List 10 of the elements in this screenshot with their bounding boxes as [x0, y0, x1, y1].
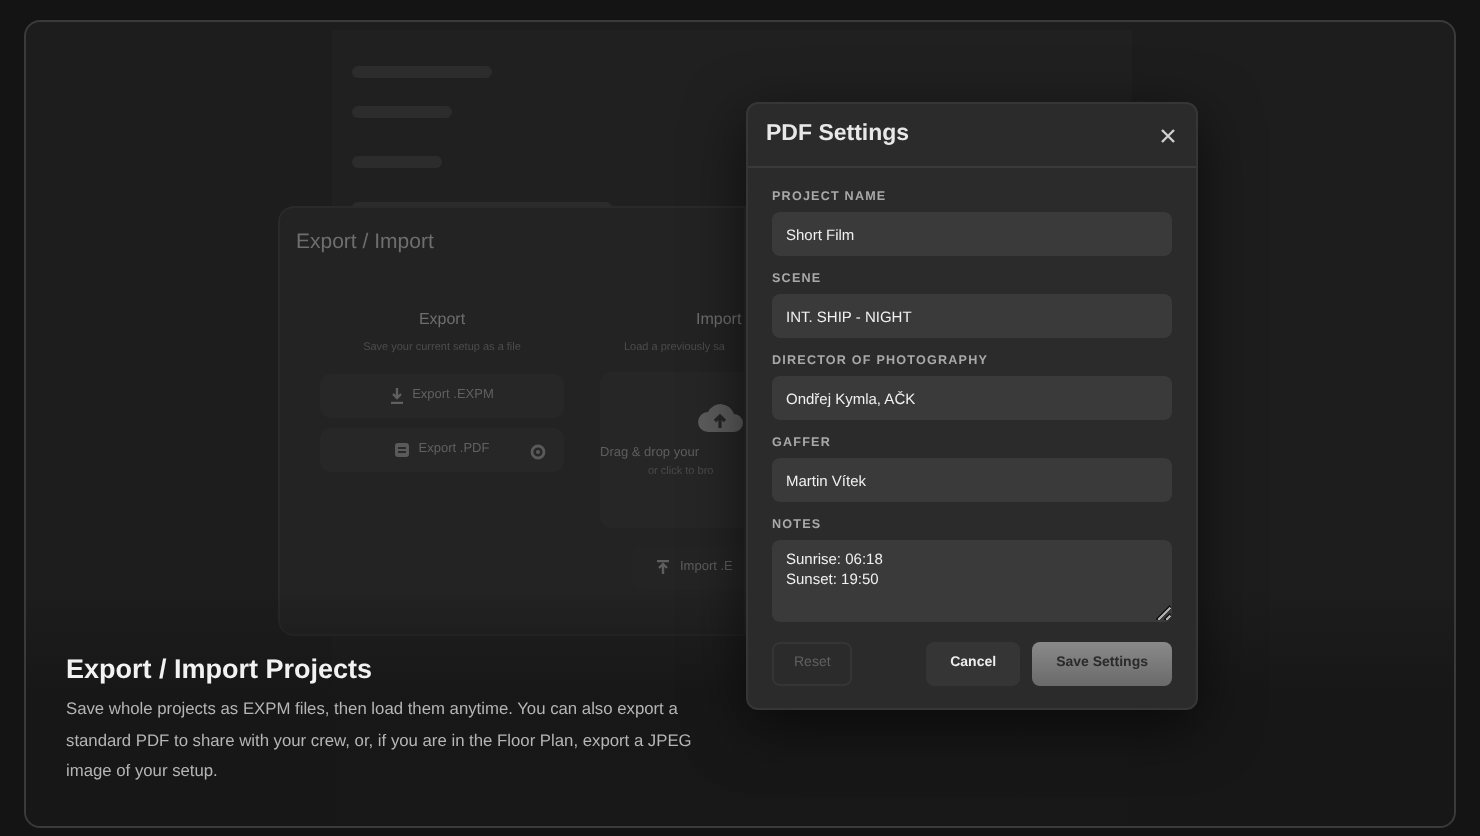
section-heading: Export [416, 308, 468, 332]
upload-icon [656, 560, 670, 577]
document-icon [394, 442, 411, 459]
caption-text: Save whole projects as EXPM files, then load them anytime. You can also export a standard PDF to share with your crew, or, if you are in the Floor Plan, export a JPEG image of your setup. [66, 696, 694, 785]
section-heading: Import [694, 308, 744, 332]
download-icon [390, 388, 405, 405]
dialog-title: PDF Settings [766, 119, 910, 150]
caption-title: Export / Import Projects [66, 654, 375, 687]
panel-title: Export / Import [296, 228, 434, 258]
close-button[interactable] [1158, 125, 1178, 145]
